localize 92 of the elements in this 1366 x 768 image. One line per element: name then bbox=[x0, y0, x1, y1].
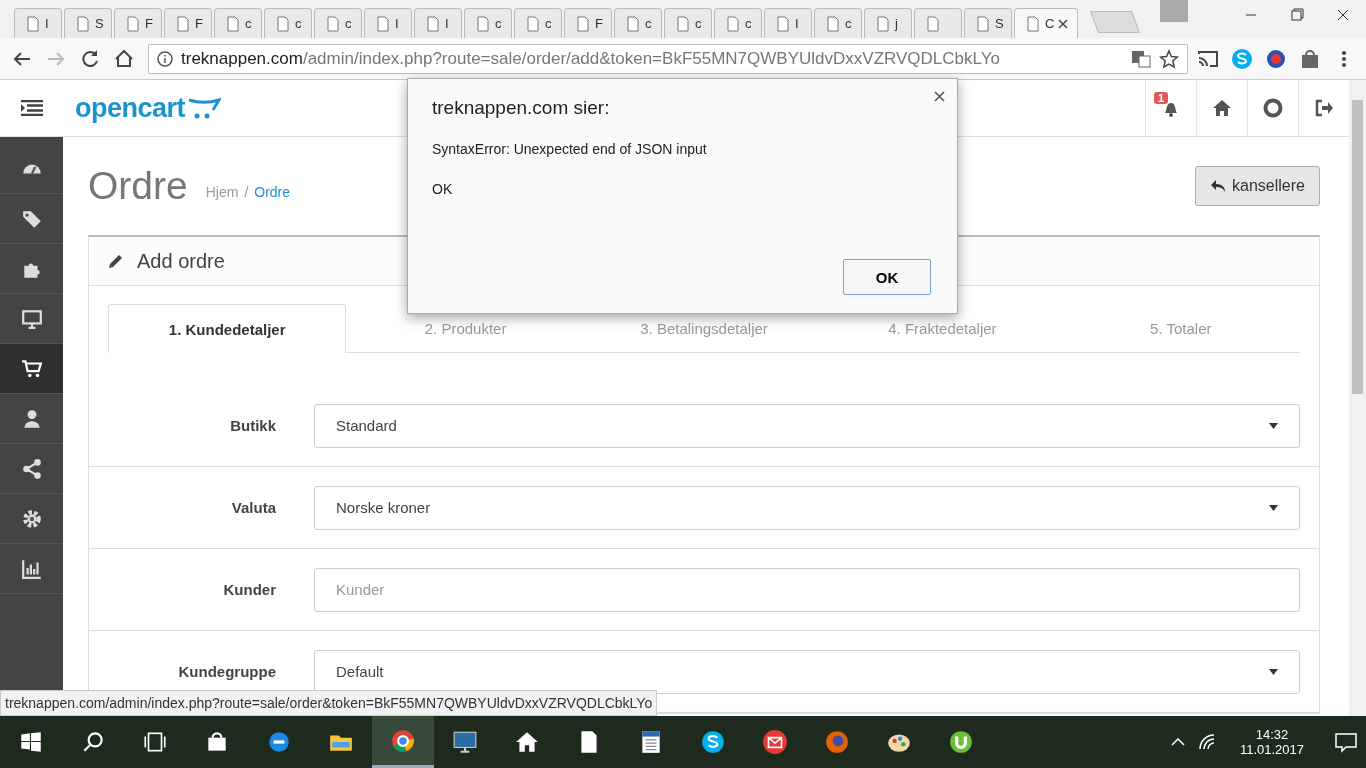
url-text: treknappen.com/admin/index.php?route=sale/order/add&token=BkF55MN7QWBYUldvDxxVZRVQDLCbkLYo bbox=[181, 48, 1001, 69]
pencil-icon bbox=[107, 252, 125, 270]
page-icon bbox=[675, 15, 691, 32]
page-icon bbox=[525, 15, 541, 32]
page-icon bbox=[1025, 15, 1041, 32]
close-icon[interactable] bbox=[1058, 18, 1069, 29]
notification-button[interactable]: 1 bbox=[1145, 80, 1196, 136]
field-label: Kunder bbox=[222, 581, 277, 598]
field-label: Valuta bbox=[230, 499, 277, 516]
breadcrumb-link[interactable]: Ordre bbox=[254, 184, 291, 200]
page-icon bbox=[325, 15, 341, 32]
star-icon[interactable] bbox=[1159, 48, 1179, 69]
browser-tab[interactable]: I bbox=[414, 8, 462, 38]
gear-icon bbox=[20, 507, 43, 530]
browser-tab[interactable]: F bbox=[164, 8, 212, 38]
page-icon bbox=[775, 15, 791, 32]
caret-icon bbox=[1269, 504, 1278, 511]
ok-button[interactable]: OK bbox=[843, 259, 931, 295]
translate-icon[interactable] bbox=[1131, 49, 1151, 68]
desktop-icon bbox=[20, 307, 43, 330]
page-icon bbox=[475, 15, 491, 32]
select-field[interactable]: Standard bbox=[314, 403, 1300, 448]
page-icon bbox=[175, 15, 191, 32]
cart-icon bbox=[20, 357, 43, 380]
page-icon bbox=[875, 15, 891, 32]
sidebar-item[interactable] bbox=[0, 344, 63, 394]
field-label: Kundegruppe bbox=[177, 663, 277, 680]
life-ring-icon bbox=[1263, 98, 1283, 118]
browser-tab[interactable]: c bbox=[314, 8, 362, 38]
page-icon bbox=[25, 15, 41, 32]
opencart-logo[interactable]: opencart bbox=[75, 92, 222, 124]
browser-tab[interactable]: c bbox=[264, 8, 312, 38]
panel-title: Add ordre bbox=[137, 249, 225, 273]
select-field[interactable]: Norske kroner bbox=[314, 485, 1300, 530]
home-icon bbox=[1212, 98, 1232, 118]
dialog-message: OK bbox=[432, 181, 454, 197]
browser-tab[interactable]: c bbox=[464, 8, 512, 38]
monitor-icon bbox=[452, 729, 478, 755]
field-label: Butikk bbox=[229, 417, 277, 434]
input-field[interactable]: Kunder bbox=[314, 567, 1300, 612]
page-icon bbox=[725, 15, 741, 32]
browser-tab[interactable]: S bbox=[964, 8, 1012, 38]
browser-tab[interactable]: S bbox=[64, 8, 112, 38]
page-title: Ordre bbox=[88, 164, 188, 208]
page-icon bbox=[975, 15, 991, 32]
browser-tab[interactable]: I bbox=[14, 8, 62, 38]
dialog-message: SyntaxError: Unexpected end of JSON input bbox=[432, 141, 708, 157]
status-url: treknappen.com/admin/index.php?route=sale/order&token=BkF55MN7QWBYUldvDxxVZRVQDLCbkLYo bbox=[0, 690, 658, 716]
close-icon[interactable] bbox=[934, 91, 945, 102]
select-field[interactable]: Default bbox=[314, 649, 1300, 694]
caret-icon bbox=[1269, 422, 1278, 429]
browser-tab[interactable]: c bbox=[614, 8, 662, 38]
form-tab[interactable]: 1. Kundedetaljer bbox=[108, 304, 347, 353]
skype-icon bbox=[700, 729, 726, 755]
browser-tab[interactable]: c bbox=[664, 8, 712, 38]
page-icon bbox=[425, 15, 441, 32]
page-icon bbox=[75, 15, 91, 32]
browser-tab[interactable]: c bbox=[514, 8, 562, 38]
page-icon bbox=[575, 15, 591, 32]
page-icon bbox=[925, 15, 941, 32]
chart-icon bbox=[20, 557, 43, 580]
share-icon bbox=[20, 457, 43, 480]
reply-arrow-icon bbox=[1210, 179, 1227, 193]
page-icon bbox=[375, 15, 391, 32]
caret-icon bbox=[1269, 668, 1278, 675]
chrome-icon bbox=[390, 727, 416, 754]
menu-icon[interactable] bbox=[20, 100, 43, 116]
browser-tab[interactable]: I bbox=[364, 8, 412, 38]
browser-tab[interactable]: C bbox=[1014, 8, 1078, 38]
info-icon[interactable] bbox=[157, 50, 173, 67]
page-icon bbox=[825, 15, 841, 32]
page-icon bbox=[625, 15, 641, 32]
breadcrumb-separator: / bbox=[244, 184, 249, 200]
browser-tab[interactable]: j bbox=[864, 8, 912, 38]
page-icon bbox=[275, 15, 291, 32]
page-icon bbox=[125, 15, 141, 32]
windows-icon bbox=[18, 729, 44, 755]
notification-badge: 1 bbox=[1154, 92, 1169, 104]
address-field[interactable]: treknappen.com/admin/index.php?route=sale/order/add&token=BkF55MN7QWBYUldvDxxVZRVQDLCbkLYo bbox=[148, 43, 1188, 74]
browser-tab[interactable]: c bbox=[714, 8, 762, 38]
clock[interactable]: 14:32 11.01.2017 bbox=[1229, 727, 1314, 757]
cancel-button[interactable]: kansellere bbox=[1195, 166, 1320, 206]
logout-icon bbox=[1314, 98, 1334, 118]
browser-tab[interactable]: F bbox=[564, 8, 612, 38]
browser-tab[interactable]: c bbox=[214, 8, 262, 38]
browser-tab[interactable]: I bbox=[764, 8, 812, 38]
scrollbar[interactable] bbox=[1349, 80, 1366, 716]
dialog-title: treknappen.com sier: bbox=[432, 97, 611, 119]
mail-icon bbox=[762, 729, 788, 755]
browser-tab[interactable]: F bbox=[114, 8, 162, 38]
browser-tab[interactable]: c bbox=[814, 8, 862, 38]
page-icon bbox=[225, 15, 241, 32]
